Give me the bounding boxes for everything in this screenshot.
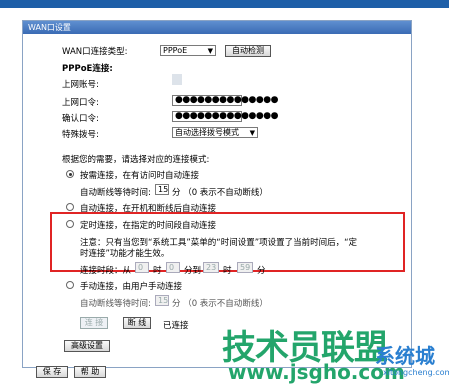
- connect-button[interactable]: 连 接: [80, 317, 108, 329]
- watermark-site: xitongcheng.com: [383, 368, 449, 377]
- top-banner: [0, 0, 449, 8]
- radio-on-demand[interactable]: [66, 170, 74, 178]
- special-dial-select[interactable]: 自动选择拨号模式 ▼: [172, 127, 258, 138]
- timed-note-line2: 时连接”功能才能生效。: [80, 249, 170, 259]
- manual-idle-unit: 分 （0 表示不自动断线）: [172, 299, 268, 309]
- mode-intro: 根据您的需要，请选择对应的连接模式:: [62, 155, 210, 165]
- from-hour-input[interactable]: 0: [135, 262, 149, 273]
- connection-status: 已连接: [163, 321, 189, 331]
- special-dial-value: 自动选择拨号模式: [175, 128, 239, 137]
- idle-time-unit: 分 （0 表示不自动断线）: [172, 188, 268, 198]
- wan-type-value: PPPoE: [163, 46, 188, 55]
- auto-detect-button[interactable]: 自动检测: [225, 45, 271, 57]
- radio-auto-connect[interactable]: [66, 203, 74, 211]
- account-input-redacted[interactable]: [172, 74, 182, 85]
- panel-title: WAN口设置: [23, 21, 411, 34]
- help-button[interactable]: 帮 助: [74, 366, 106, 378]
- save-button[interactable]: 保 存: [36, 366, 68, 378]
- confirm-password-input[interactable]: ●●●●●●●●●●●●●●: [172, 111, 278, 122]
- on-demand-label: 按需连接，在有访问时自动连接: [80, 171, 200, 181]
- period-label: 连接时段：从: [80, 266, 132, 276]
- manual-idle-input[interactable]: 15: [155, 295, 169, 306]
- to-hour-input[interactable]: 23: [203, 262, 219, 273]
- manual-connect-label: 手动连接，由用户手动连接: [80, 282, 183, 292]
- hour-unit: 时: [153, 266, 162, 276]
- radio-manual-connect[interactable]: [66, 281, 74, 289]
- chevron-down-icon: ▼: [249, 129, 255, 137]
- disconnect-button[interactable]: 断 线: [123, 317, 151, 329]
- timed-connect-label: 定时连接，在指定的时间段自动连接: [80, 221, 217, 231]
- watermark-url: www.jsgho.com: [228, 360, 405, 384]
- to-label: 分到: [184, 266, 202, 276]
- radio-timed-connect[interactable]: [66, 220, 74, 228]
- pppoe-section-title: PPPoE连接:: [62, 64, 113, 74]
- wan-type-select[interactable]: PPPoE ▼: [160, 45, 216, 56]
- manual-idle-label: 自动断线等待时间:: [80, 299, 151, 309]
- confirm-password-label: 确认口令:: [62, 114, 99, 124]
- from-minute-input[interactable]: 0: [166, 262, 180, 273]
- account-label: 上网账号:: [62, 80, 99, 90]
- to-minute-input[interactable]: 59: [237, 262, 253, 273]
- wan-type-label: WAN口连接类型:: [62, 47, 128, 57]
- idle-time-label: 自动断线等待时间:: [80, 188, 151, 198]
- minute-unit: 分: [257, 266, 266, 276]
- password-input[interactable]: ●●●●●●●●●●●●●●: [172, 95, 278, 106]
- chevron-down-icon: ▼: [207, 47, 213, 55]
- idle-time-input[interactable]: 15: [155, 184, 169, 195]
- password-label: 上网口令:: [62, 98, 99, 108]
- special-dial-label: 特殊拨号:: [62, 130, 99, 140]
- hour-unit-2: 时: [223, 266, 232, 276]
- advanced-settings-button[interactable]: 高级设置: [64, 340, 110, 352]
